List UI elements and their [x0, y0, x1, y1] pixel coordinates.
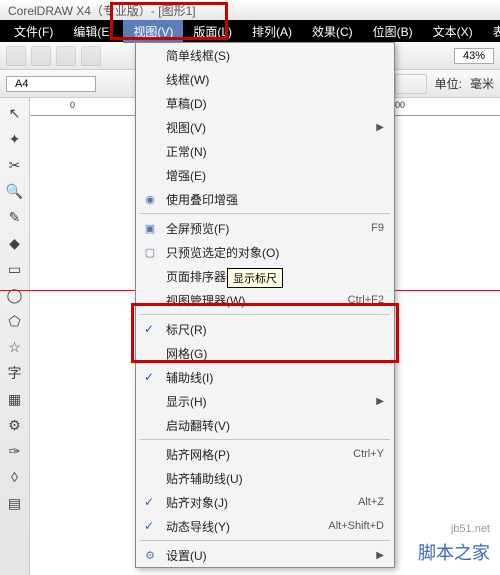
shape-tool-icon[interactable]: ✦ — [4, 128, 26, 150]
menu-bitmap[interactable]: 位图(B) — [363, 20, 423, 43]
freehand-tool-icon[interactable]: ✎ — [4, 206, 26, 228]
open-icon[interactable] — [31, 46, 51, 66]
preview-icon: ▢ — [142, 244, 158, 260]
menu-file[interactable]: 文件(F) — [4, 20, 63, 43]
menu-table[interactable]: 表 — [483, 20, 500, 43]
menuitem-simple-wireframe[interactable]: 简单线框(S) — [136, 43, 394, 67]
watermark-brand: 脚本之家 — [418, 539, 490, 565]
chevron-right-icon: ▶ — [376, 550, 384, 561]
outline-tool-icon[interactable]: ◊ — [4, 466, 26, 488]
fill-tool-icon[interactable]: ▤ — [4, 492, 26, 514]
crop-tool-icon[interactable]: ✂ — [4, 154, 26, 176]
menuitem-normal[interactable]: 正常(N) — [136, 139, 394, 163]
table-tool-icon[interactable]: ▦ — [4, 388, 26, 410]
overprint-icon: ◉ — [142, 191, 158, 207]
check-icon: ✓ — [144, 519, 154, 533]
ellipse-tool-icon[interactable]: ◯ — [4, 284, 26, 306]
menuitem-overprint[interactable]: ◉使用叠印增强 — [136, 187, 394, 211]
orientation-icon[interactable] — [395, 74, 427, 94]
menuitem-setup[interactable]: ⚙设置(U)▶ — [136, 543, 394, 567]
print-icon[interactable] — [81, 46, 101, 66]
tooltip-ruler: 显示标尺 — [227, 268, 283, 288]
eyedropper-tool-icon[interactable]: ✑ — [4, 440, 26, 462]
new-icon[interactable] — [6, 46, 26, 66]
menuitem-snap-objects[interactable]: ✓贴齐对象(J)Alt+Z — [136, 490, 394, 514]
save-icon[interactable] — [56, 46, 76, 66]
separator — [140, 540, 390, 541]
check-icon: ✓ — [144, 370, 154, 384]
menuitem-wireframe[interactable]: 线框(W) — [136, 67, 394, 91]
separator — [140, 213, 390, 214]
menuitem-view[interactable]: 视图(V)▶ — [136, 115, 394, 139]
separator — [140, 314, 390, 315]
menuitem-view-manager[interactable]: 视图管理器(W)Ctrl+F2 — [136, 288, 394, 312]
zoom-tool-icon[interactable]: 🔍 — [4, 180, 26, 202]
watermark-url: jb51.net — [451, 523, 490, 535]
menu-bar: 文件(F) 编辑(E) 视图(V) 版面(L) 排列(A) 效果(C) 位图(B… — [0, 20, 500, 42]
menuitem-fullscreen[interactable]: ▣全屏预览(F)F9 — [136, 216, 394, 240]
menuitem-rollover[interactable]: 启动翻转(V) — [136, 413, 394, 437]
menuitem-guidelines[interactable]: ✓辅助线(I) — [136, 365, 394, 389]
menuitem-snap-guides[interactable]: 贴齐辅助线(U) — [136, 466, 394, 490]
chevron-right-icon: ▶ — [376, 122, 384, 133]
menuitem-snap-grid[interactable]: 贴齐网格(P)Ctrl+Y — [136, 442, 394, 466]
menuitem-preview-selected[interactable]: ▢只预览选定的对象(O) — [136, 240, 394, 264]
interactive-tool-icon[interactable]: ⚙ — [4, 414, 26, 436]
units-label: 单位: — [435, 75, 462, 92]
menuitem-rulers[interactable]: ✓标尺(R) — [136, 317, 394, 341]
units-value[interactable]: 毫米 — [470, 75, 494, 92]
polygon-tool-icon[interactable]: ⬠ — [4, 310, 26, 332]
menuitem-dynamic-guides[interactable]: ✓动态导线(Y)Alt+Shift+D — [136, 514, 394, 538]
menu-effects[interactable]: 效果(C) — [302, 20, 363, 43]
toolbox: ↖ ✦ ✂ 🔍 ✎ ◆ ▭ ◯ ⬠ ☆ 字 ▦ ⚙ ✑ ◊ ▤ — [0, 98, 30, 575]
menuitem-grid[interactable]: 网格(G) — [136, 341, 394, 365]
menuitem-draft[interactable]: 草稿(D) — [136, 91, 394, 115]
text-tool-icon[interactable]: 字 — [4, 362, 26, 384]
fullscreen-icon: ▣ — [142, 220, 158, 236]
menuitem-show[interactable]: 显示(H)▶ — [136, 389, 394, 413]
rectangle-tool-icon[interactable]: ▭ — [4, 258, 26, 280]
menu-view[interactable]: 视图(V) — [123, 20, 183, 43]
pick-tool-icon[interactable]: ↖ — [4, 102, 26, 124]
zoom-level[interactable]: 43% — [454, 48, 494, 64]
paper-size-select[interactable]: A4 — [6, 76, 96, 92]
menu-text[interactable]: 文本(X) — [423, 20, 483, 43]
menu-edit[interactable]: 编辑(E) — [63, 20, 123, 43]
menu-layout[interactable]: 版面(L) — [183, 20, 242, 43]
basicshapes-tool-icon[interactable]: ☆ — [4, 336, 26, 358]
smartfill-tool-icon[interactable]: ◆ — [4, 232, 26, 254]
title-bar: CorelDRAW X4（专业版）- [图形1] — [0, 0, 500, 20]
view-menu-dropdown: 简单线框(S) 线框(W) 草稿(D) 视图(V)▶ 正常(N) 增强(E) ◉… — [135, 42, 395, 568]
menu-arrange[interactable]: 排列(A) — [242, 20, 302, 43]
chevron-right-icon: ▶ — [376, 396, 384, 407]
menuitem-enhanced[interactable]: 增强(E) — [136, 163, 394, 187]
check-icon: ✓ — [144, 495, 154, 509]
gear-icon: ⚙ — [142, 547, 158, 563]
check-icon: ✓ — [144, 322, 154, 336]
separator — [140, 439, 390, 440]
